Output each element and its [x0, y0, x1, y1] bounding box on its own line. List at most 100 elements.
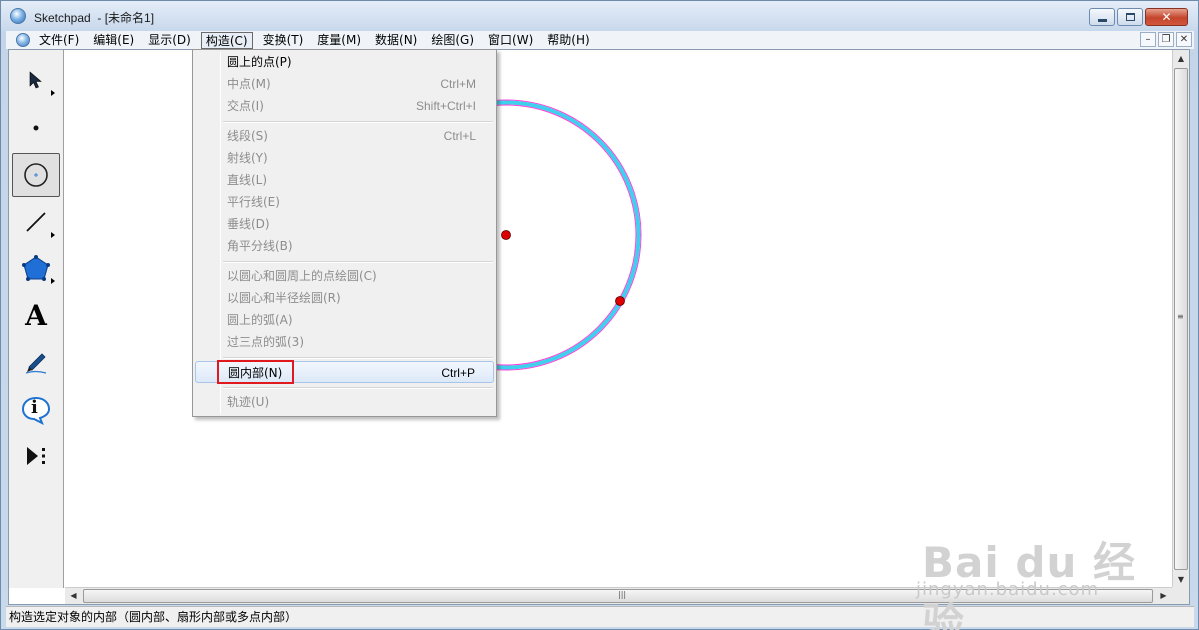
menu-item-circle-by-center-point[interactable]: 以圆心和圆周上的点绘圆(C) [195, 265, 494, 287]
menu-file[interactable]: 文件(F) [35, 32, 83, 49]
submenu-marker [51, 278, 55, 284]
submenu-marker [51, 90, 55, 96]
annotation-highlight-box [217, 360, 294, 384]
menu-separator [223, 357, 493, 359]
menu-item-ray[interactable]: 射线(Y) [195, 147, 494, 169]
grip-icon: ||| [618, 590, 627, 599]
line-segment-icon [26, 212, 46, 232]
menu-item-arc-on-circle[interactable]: 圆上的弧(A) [195, 309, 494, 331]
compass-tool[interactable] [12, 153, 60, 197]
scroll-up-icon[interactable]: ▲ [1173, 50, 1189, 67]
menu-item-shortcut: Ctrl+M [440, 77, 476, 91]
play-custom-tools-icon [27, 447, 45, 465]
text-icon: A [25, 299, 47, 332]
circle-center-point[interactable] [501, 230, 511, 240]
marker-tool[interactable] [12, 340, 60, 384]
close-icon: ✕ [1161, 10, 1172, 24]
maximize-icon [1125, 13, 1135, 21]
sketchpad-app-icon[interactable] [10, 8, 26, 24]
scroll-down-icon[interactable]: ▼ [1173, 571, 1189, 588]
compass-icon [24, 163, 48, 187]
status-text: 构造选定对象的内部（圆内部、扇形内部或多点内部） [9, 610, 298, 624]
restore-icon: ❐ [1161, 34, 1171, 45]
doc-restore-button[interactable]: ❐ [1158, 32, 1174, 47]
document-window-controls: – ❐ ✕ [1140, 32, 1192, 47]
scroll-right-icon[interactable]: ▶ [1155, 588, 1172, 604]
minimize-icon [1097, 18, 1107, 22]
menu-item-intersection[interactable]: 交点(I) Shift+Ctrl+I [195, 95, 494, 117]
menu-item-label: 过三点的弧(3) [227, 335, 304, 349]
menu-item-label: 圆上的弧(A) [227, 313, 293, 327]
maximize-button[interactable] [1117, 8, 1143, 26]
arrow-icon [29, 71, 42, 89]
menu-number[interactable]: 数据(N) [371, 32, 421, 49]
menu-item-midpoint[interactable]: 中点(M) Ctrl+M [195, 73, 494, 95]
point-icon [33, 125, 39, 131]
menu-item-label: 圆上的点(P) [227, 55, 292, 69]
arrow-tool[interactable] [12, 58, 60, 102]
menu-help[interactable]: 帮助(H) [543, 32, 593, 49]
custom-tool[interactable] [12, 434, 60, 478]
scroll-left-icon[interactable]: ◀ [65, 588, 82, 604]
menu-item-locus[interactable]: 轨迹(U) [195, 391, 494, 413]
menu-item-label: 轨迹(U) [227, 395, 270, 409]
menu-item-arc-through-three-points[interactable]: 过三点的弧(3) [195, 331, 494, 353]
menu-construct[interactable]: 构造(C) [200, 31, 253, 49]
toolbox: A i [9, 50, 64, 588]
menu-item-label: 直线(L) [227, 173, 268, 187]
menu-window[interactable]: 窗口(W) [484, 32, 537, 49]
app-name: Sketchpad [34, 11, 91, 25]
minimize-button[interactable] [1089, 8, 1115, 26]
menu-item-shortcut: Shift+Ctrl+I [415, 99, 476, 113]
menu-item-shortcut: Ctrl+L [443, 129, 476, 143]
title-bar[interactable]: Sketchpad - [未命名1] ✕ [1, 1, 1198, 31]
doc-minimize-button[interactable]: – [1140, 32, 1156, 47]
menu-item-shortcut: Ctrl+P [441, 366, 475, 380]
menu-item-label: 交点(I) [227, 99, 264, 113]
watermark-url: jingyan.baidu.com [916, 579, 1100, 600]
menu-item-label: 角平分线(B) [227, 239, 293, 253]
polygon-icon [22, 255, 50, 281]
polygon-tool[interactable] [12, 246, 60, 290]
menu-separator [223, 387, 493, 389]
document-title: - [未命名1] [97, 11, 155, 25]
menu-item-perpendicular-line[interactable]: 垂线(D) [195, 213, 494, 235]
window-controls: ✕ [1089, 8, 1188, 26]
point-tool[interactable] [12, 106, 60, 150]
menu-item-circle-by-center-radius[interactable]: 以圆心和半径绘圆(R) [195, 287, 494, 309]
marker-pen-icon [25, 353, 47, 374]
menu-item-label: 线段(S) [227, 129, 268, 143]
menu-separator [223, 261, 493, 263]
doc-close-button[interactable]: ✕ [1176, 32, 1192, 47]
menu-transform[interactable]: 变换(T) [259, 32, 308, 49]
menu-edit[interactable]: 编辑(E) [89, 32, 138, 49]
information-tool[interactable]: i [12, 388, 60, 432]
menu-item-line[interactable]: 直线(L) [195, 169, 494, 191]
document-icon[interactable] [16, 33, 30, 47]
submenu-marker [51, 232, 55, 238]
straightedge-tool[interactable] [12, 200, 60, 244]
vertical-scrollbar[interactable]: ▲ ≡ ▼ [1172, 50, 1189, 588]
grip-icon: ≡ [1177, 312, 1184, 321]
menu-separator [223, 121, 493, 123]
menu-item-point-on-circle[interactable]: 圆上的点(P) [195, 51, 494, 73]
menu-item-label: 以圆心和半径绘圆(R) [227, 291, 341, 305]
menu-item-parallel-line[interactable]: 平行线(E) [195, 191, 494, 213]
menu-graph[interactable]: 绘图(G) [427, 32, 478, 49]
menu-display[interactable]: 显示(D) [144, 32, 195, 49]
menu-item-segment[interactable]: 线段(S) Ctrl+L [195, 125, 494, 147]
menu-item-label: 垂线(D) [227, 217, 270, 231]
circle-radius-point[interactable] [615, 296, 625, 306]
menu-bar: 文件(F) 编辑(E) 显示(D) 构造(C) 变换(T) 度量(M) 数据(N… [6, 31, 1194, 49]
window-title: Sketchpad - [未命名1] [34, 9, 154, 26]
minimize-icon: – [1145, 34, 1151, 45]
menu-item-angle-bisector[interactable]: 角平分线(B) [195, 235, 494, 257]
menu-item-label: 平行线(E) [227, 195, 280, 209]
text-tool[interactable]: A [12, 294, 60, 338]
menu-measure[interactable]: 度量(M) [313, 32, 365, 49]
baidu-jingyan-watermark: Bai du 经验 jingyan.baidu.com [916, 501, 1156, 630]
close-button[interactable]: ✕ [1145, 8, 1188, 26]
close-icon: ✕ [1179, 34, 1189, 45]
menu-item-label: 以圆心和圆周上的点绘圆(C) [227, 269, 377, 283]
app-window: Sketchpad - [未命名1] ✕ 文件(F) 编辑(E) 显示(D) 构… [0, 0, 1199, 630]
